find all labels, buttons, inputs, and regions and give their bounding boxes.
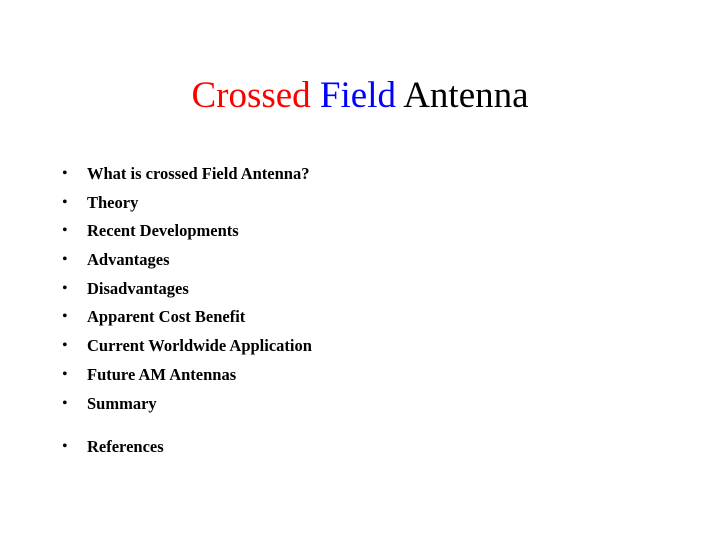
list-item: • Summary [60,390,660,419]
bullet-icon: • [62,251,68,269]
bullet-icon: • [62,308,68,326]
list-item: • Recent Developments [60,217,660,246]
title-space-1 [311,75,320,116]
bullet-icon: • [62,193,68,211]
bullet-icon: • [62,394,68,412]
list-item: • What is crossed Field Antenna? [60,160,660,189]
list-item-label: What is crossed Field Antenna? [87,164,310,183]
title-word-crossed: Crossed [191,74,311,116]
list-item: • Theory [60,189,660,218]
list-item: • Disadvantages [60,275,660,304]
title-word-antenna: Antenna [403,74,529,116]
list-item-label: Current Worldwide Application [87,336,312,356]
list-item-label: Recent Developments [87,221,239,241]
slide-bullet-list: • What is crossed Field Antenna? • Theor… [60,160,660,462]
bullet-icon: • [62,279,68,297]
list-item-label: Advantages [87,250,170,270]
bullet-icon: • [62,165,68,182]
list-item-label: Apparent Cost Benefit [87,307,246,327]
title-word-field: Field [319,74,396,116]
list-item-label: Future AM Antennas [87,364,237,384]
bullet-icon: • [62,365,68,383]
list-item: • Advantages [60,246,660,275]
list-item-label: Disadvantages [87,278,189,298]
bullet-icon: • [62,438,68,456]
list-item-label: References [87,437,164,457]
bullet-icon: • [62,337,68,355]
list-item-label: Theory [87,192,139,212]
list-item: • Current Worldwide Application [60,332,660,361]
list-item-label: Summary [87,393,157,413]
list-item-references: • References [60,433,660,462]
list-item: • Apparent Cost Benefit [60,303,660,332]
bullet-icon: • [62,222,68,240]
list-item: • Future AM Antennas [60,361,660,390]
presentation-slide: Crossed Field Antenna • What is crossed … [0,0,720,540]
slide-title: Crossed Field Antenna [0,73,720,119]
